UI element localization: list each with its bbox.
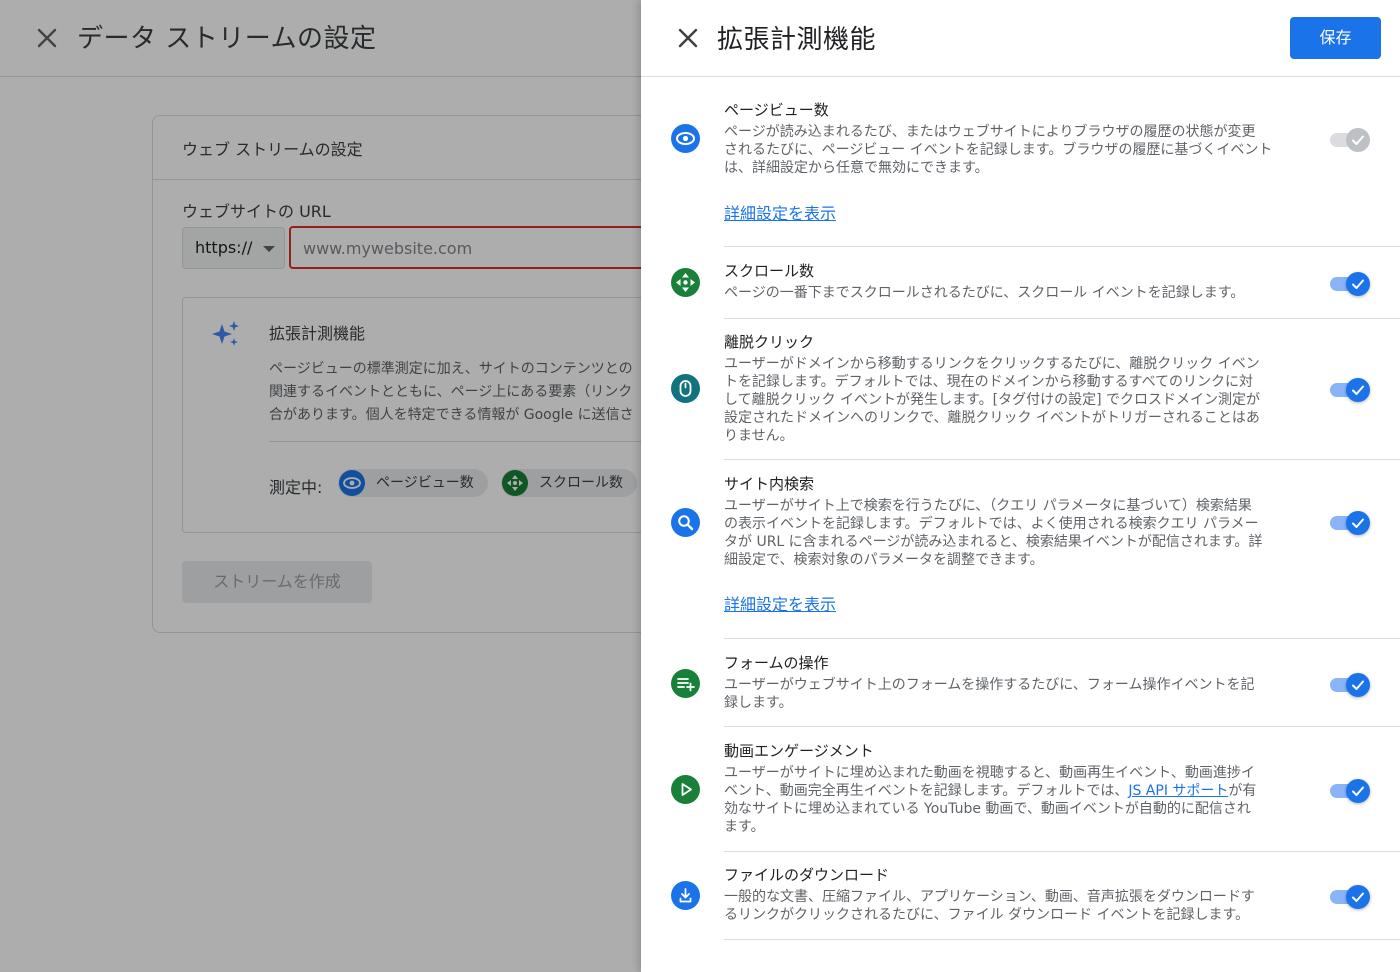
outbound-clicks-toggle[interactable] [1330, 377, 1374, 402]
setting-description: ページの一番下までスクロールされるたびに、スクロール イベントを記録します。 [724, 285, 1245, 301]
toggle-knob [1346, 779, 1370, 803]
scrolls-toggle[interactable] [1330, 271, 1374, 296]
setting-divider [724, 851, 1400, 852]
advanced-settings-link[interactable]: 詳細設定を表示 [724, 591, 836, 615]
save-button[interactable]: 保存 [1290, 17, 1381, 59]
setting-title: スクロール数 [724, 262, 815, 280]
site-search-toggle[interactable] [1330, 510, 1374, 535]
check-icon [1352, 279, 1364, 289]
drawer-title: 拡張計測機能 [717, 25, 877, 55]
toggle-knob [1346, 378, 1370, 402]
scroll-icon [671, 268, 700, 297]
check-icon [1352, 680, 1364, 690]
setting-title: サイト内検索 [724, 475, 815, 493]
search-icon [671, 508, 700, 537]
check-icon [1352, 892, 1364, 902]
close-icon[interactable] [677, 27, 699, 49]
toggle-knob [1346, 673, 1370, 697]
setting-title: ファイルのダウンロード [724, 866, 890, 884]
page-views-toggle[interactable] [1330, 127, 1374, 152]
advanced-settings-link[interactable]: 詳細設定を表示 [724, 200, 836, 224]
setting-divider [724, 939, 1400, 940]
setting-title: ページビュー数 [724, 101, 829, 119]
video-engagement-toggle[interactable] [1330, 778, 1374, 803]
eye-icon [671, 124, 700, 153]
toggle-knob [1346, 511, 1370, 535]
setting-description: 一般的な文書、圧縮ファイル、アプリケーション、動画、音声拡張をダウンロードす る… [724, 889, 1255, 923]
form-interactions-toggle[interactable] [1330, 672, 1374, 697]
setting-divider [724, 318, 1400, 319]
setting-divider [724, 246, 1400, 247]
setting-title: 離脱クリック [724, 333, 815, 351]
toggle-knob [1346, 128, 1370, 152]
setting-description: ページが読み込まれるたび、またはウェブサイトによりブラウザの履歴の状態が変更 さ… [724, 124, 1273, 176]
check-icon [1352, 135, 1364, 145]
mouse-icon [671, 374, 700, 403]
toggle-knob [1346, 272, 1370, 296]
setting-description: ユーザーがサイトに埋め込まれた動画を視聴すると、動画再生イベント、動画進捗イ ベ… [724, 764, 1314, 836]
playlist-add-icon [671, 669, 700, 698]
enhanced-measurement-drawer: 拡張計測機能 保存 ページビュー数 ページが読み込まれるたび、またはウェブサイト… [641, 0, 1400, 972]
drawer-header: 拡張計測機能 保存 [641, 0, 1400, 77]
toggle-knob [1346, 885, 1370, 909]
setting-description: ユーザーがドメインから移動するリンクをクリックするたびに、離脱クリック イベン … [724, 356, 1261, 444]
setting-divider [724, 638, 1400, 639]
setting-title: フォームの操作 [724, 654, 829, 672]
check-icon [1352, 518, 1364, 528]
setting-title: 動画エンゲージメント [724, 742, 874, 760]
setting-description: ユーザーがウェブサイト上のフォームを操作するたびに、フォーム操作イベントを記 録… [724, 677, 1255, 711]
check-icon [1352, 786, 1364, 796]
download-icon [671, 881, 700, 910]
setting-divider [724, 726, 1400, 727]
setting-description: ユーザーがサイト上で検索を行うたびに、（クエリ パラメータに基づいて）検索結果 … [724, 498, 1263, 568]
file-downloads-toggle[interactable] [1330, 884, 1374, 909]
check-icon [1352, 385, 1364, 395]
play-icon [671, 775, 700, 804]
js-api-support-link[interactable]: JS API サポート [1128, 783, 1228, 799]
setting-divider [724, 459, 1400, 460]
